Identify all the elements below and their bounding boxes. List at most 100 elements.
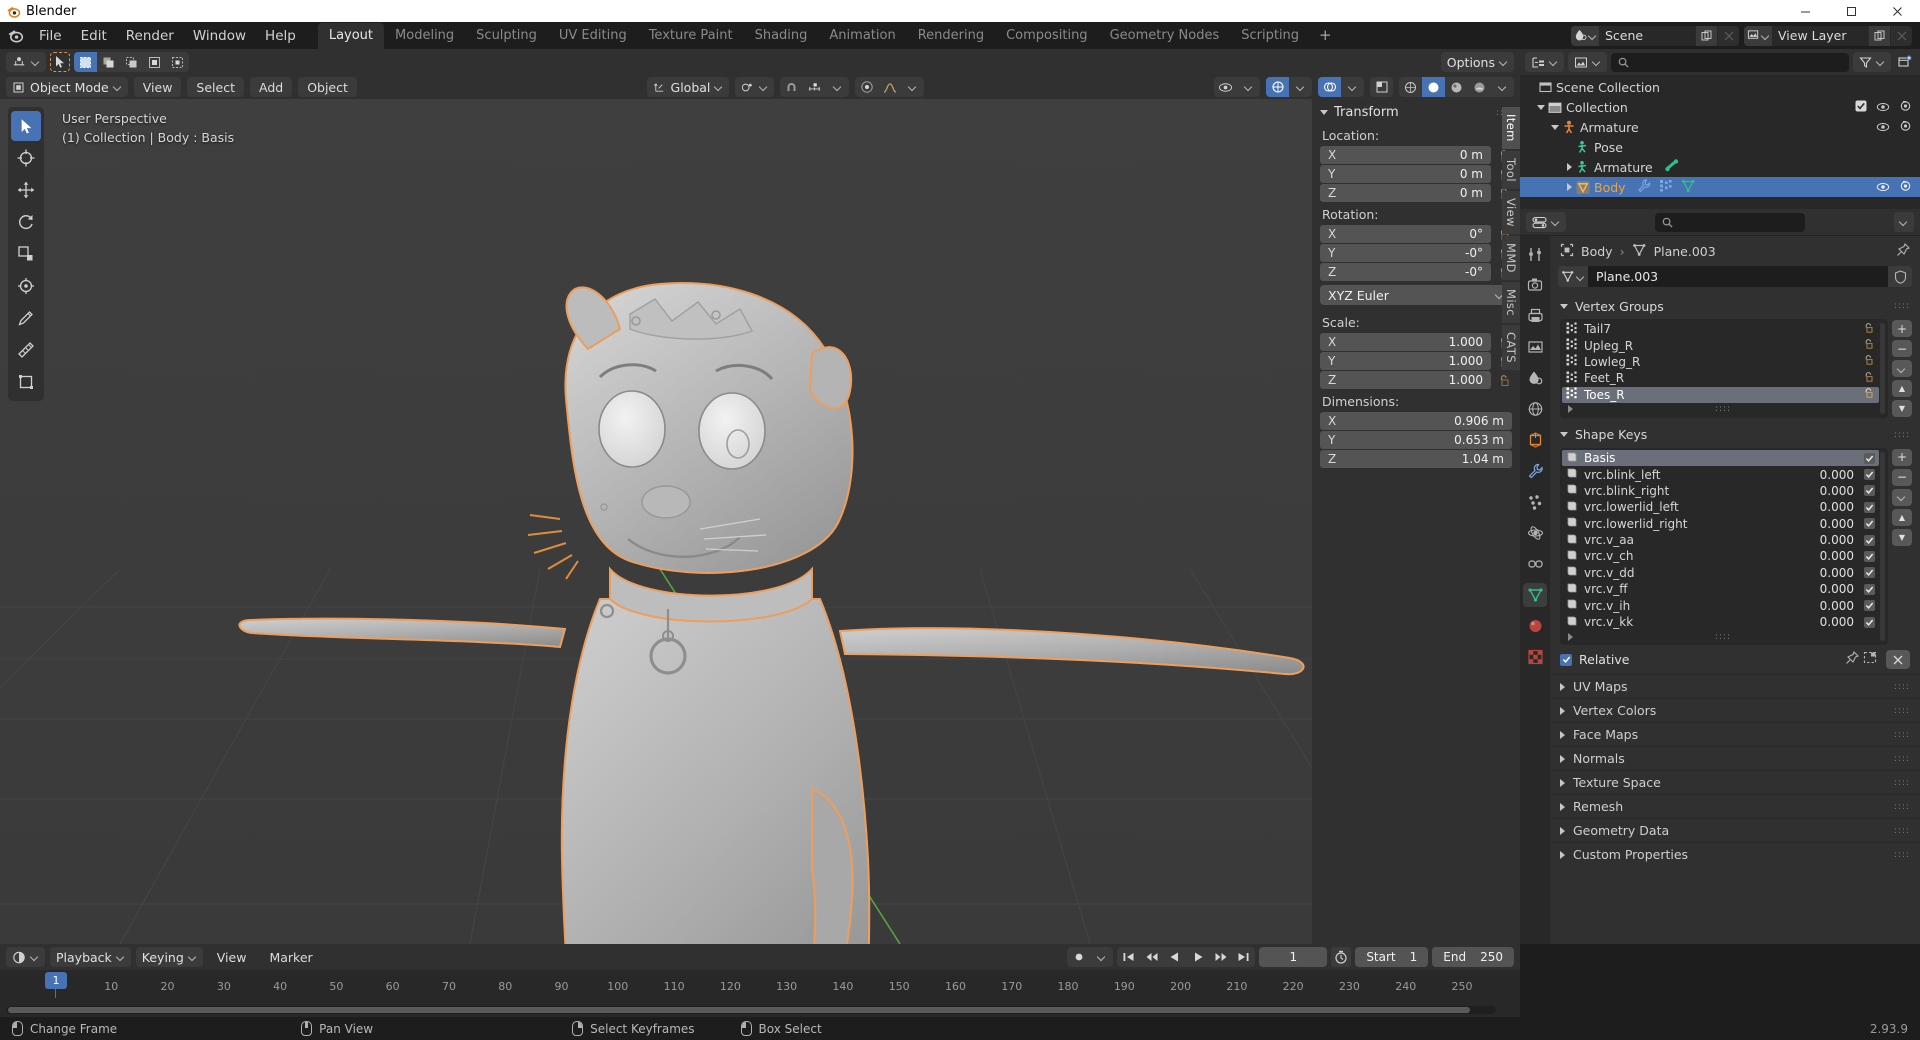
mesh-data-icon[interactable] (1681, 179, 1696, 196)
frame-range-fields[interactable]: Start 1 (1355, 947, 1429, 967)
rotation-y-field[interactable]: Y -0° (1320, 244, 1491, 262)
shape-key-mute-checkbox[interactable] (1864, 485, 1875, 497)
shading-wireframe-icon[interactable] (1399, 77, 1422, 97)
drag-handle-icon[interactable]: :::: (1894, 730, 1910, 740)
outliner-row-armature-data[interactable]: Armature (1520, 157, 1920, 177)
select-intersect-button[interactable] (166, 52, 189, 72)
dimensions-z-field[interactable]: Z 1.04 m (1320, 450, 1512, 468)
tool-tab[interactable] (1523, 242, 1547, 266)
properties-editor-type-selector[interactable] (1526, 212, 1566, 232)
shading-chevron-icon[interactable] (1491, 77, 1514, 97)
outliner-row-scene-collection[interactable]: Scene Collection (1520, 77, 1920, 97)
remove-shape-key-button[interactable]: − (1892, 468, 1912, 486)
move-shape-key-up-button[interactable]: ▲ (1892, 508, 1912, 526)
properties-section-uv-maps[interactable]: UV Maps:::: (1550, 674, 1920, 698)
jump-to-next-keyframe-button[interactable] (1209, 947, 1233, 967)
drag-handle-icon[interactable]: :::: (1894, 301, 1910, 311)
move-vertex-group-down-button[interactable]: ▼ (1892, 400, 1912, 417)
rotation-z-field[interactable]: Z -0° (1320, 263, 1491, 281)
select-tool-button[interactable] (50, 52, 70, 72)
jump-to-start-button[interactable] (1117, 947, 1141, 967)
expand-triangle-icon[interactable] (1568, 632, 1573, 641)
tab-rendering[interactable]: Rendering (906, 23, 996, 49)
measure-tool[interactable] (11, 335, 41, 365)
list-item[interactable]: vrc.v_ch 0.000 (1562, 548, 1879, 564)
delete-view-layer-button[interactable] (1890, 25, 1912, 46)
shape-key-value[interactable]: 0.000 (1820, 500, 1854, 514)
rotation-x-row[interactable]: X 0° (1312, 225, 1520, 243)
lock-icon[interactable] (1863, 322, 1875, 337)
new-view-layer-button[interactable] (1868, 25, 1890, 46)
select-extend-button[interactable] (97, 52, 120, 72)
show-overlays-icon[interactable] (1318, 77, 1341, 97)
menu-add[interactable]: Add (249, 77, 293, 97)
rotation-z-row[interactable]: Z -0° (1312, 263, 1520, 281)
vertex-groups-scrollbar[interactable] (1880, 323, 1885, 414)
camera-icon[interactable] (1899, 180, 1912, 195)
maximize-button[interactable] (1828, 0, 1874, 22)
shape-key-pin-icon[interactable] (1845, 651, 1859, 668)
dimensions-z-row[interactable]: Z 1.04 m (1312, 450, 1520, 468)
list-item[interactable]: Basis (1562, 449, 1879, 467)
location-x-field[interactable]: X 0 m (1320, 146, 1491, 164)
shape-key-mute-checkbox[interactable] (1864, 567, 1875, 579)
lock-icon[interactable] (1863, 387, 1875, 402)
add-vertex-group-button[interactable]: + (1892, 320, 1912, 337)
3d-viewport[interactable]: User Perspective (1) Collection | Body :… (0, 99, 1520, 944)
snap-magnet-icon[interactable] (780, 77, 804, 97)
rotation-y-row[interactable]: Y -0° (1312, 244, 1520, 262)
outliner-display-mode-selector[interactable] (1568, 52, 1607, 72)
camera-icon[interactable] (1899, 120, 1912, 135)
shape-keys-icon[interactable] (1659, 179, 1673, 195)
shape-key-value[interactable]: 0.000 (1820, 468, 1854, 482)
output-tab[interactable] (1523, 304, 1547, 328)
annotate-tool[interactable] (11, 303, 41, 333)
timeline-ruler[interactable]: 1 10 20 30 40 50 60 70 80 90 100 110 120 130 140 150 16… (0, 970, 1520, 998)
shape-key-specials-button[interactable] (1892, 488, 1912, 506)
data-tab[interactable] (1523, 583, 1547, 607)
list-item[interactable]: vrc.blink_left 0.000 (1562, 466, 1879, 482)
show-gizmo-icon[interactable] (1266, 77, 1289, 97)
scale-tool[interactable] (11, 239, 41, 269)
resize-handle-icon[interactable]: :::: (1715, 632, 1731, 642)
transform-panel-header[interactable]: Transform :::: (1312, 99, 1520, 124)
tab-modeling[interactable]: Modeling (384, 23, 466, 49)
expand-triangle-icon[interactable] (1548, 124, 1562, 130)
dimensions-y-row[interactable]: Y 0.653 m (1312, 431, 1520, 449)
transform-tool[interactable] (11, 271, 41, 301)
shape-key-mute-checkbox[interactable] (1864, 518, 1875, 530)
options-dropdown[interactable]: Options (1440, 52, 1514, 72)
eye-icon[interactable] (1876, 100, 1890, 115)
tab-shading[interactable]: Shading (743, 23, 819, 49)
pin-icon[interactable] (1896, 243, 1910, 260)
scale-x-row[interactable]: X 1.000 (1312, 333, 1520, 351)
properties-search-input[interactable] (1655, 212, 1805, 232)
shape-key-mute-checkbox[interactable] (1864, 469, 1875, 481)
scale-z-field[interactable]: Z 1.000 (1320, 371, 1491, 389)
np-tab-item[interactable]: Item (1502, 107, 1520, 149)
np-tab-view[interactable]: View (1502, 190, 1520, 234)
shape-keys-footer[interactable]: :::: (1562, 630, 1879, 643)
outliner-row-armature-object[interactable]: Armature (1520, 117, 1920, 137)
new-scene-button[interactable] (1695, 25, 1717, 46)
camera-icon[interactable] (1899, 100, 1912, 115)
remove-vertex-group-button[interactable]: − (1892, 340, 1912, 357)
list-item[interactable]: vrc.v_kk 0.000 (1562, 614, 1879, 630)
tab-animation[interactable]: Animation (818, 23, 907, 49)
breadcrumb-mesh-label[interactable]: Plane.003 (1654, 244, 1716, 259)
active-tool-selector[interactable] (6, 52, 46, 72)
drag-handle-icon[interactable]: :::: (1894, 826, 1910, 836)
add-shape-key-button[interactable]: + (1892, 448, 1912, 466)
move-tool[interactable] (11, 175, 41, 205)
modifier-tab[interactable] (1523, 459, 1547, 483)
properties-section-remesh[interactable]: Remesh:::: (1550, 794, 1920, 818)
outliner-search-input[interactable] (1611, 52, 1849, 72)
list-item[interactable]: vrc.v_dd 0.000 (1562, 565, 1879, 581)
list-item[interactable]: vrc.v_ff 0.000 (1562, 581, 1879, 597)
list-item[interactable]: vrc.lowerlid_right 0.000 (1562, 516, 1879, 532)
cursor-tool[interactable] (11, 143, 41, 173)
timeline-editor-type-selector[interactable] (6, 947, 45, 967)
list-item[interactable]: vrc.v_aa 0.000 (1562, 532, 1879, 548)
mesh-name-field[interactable]: Plane.003 (1558, 266, 1912, 287)
end-frame-field[interactable]: End 250 (1432, 947, 1514, 967)
